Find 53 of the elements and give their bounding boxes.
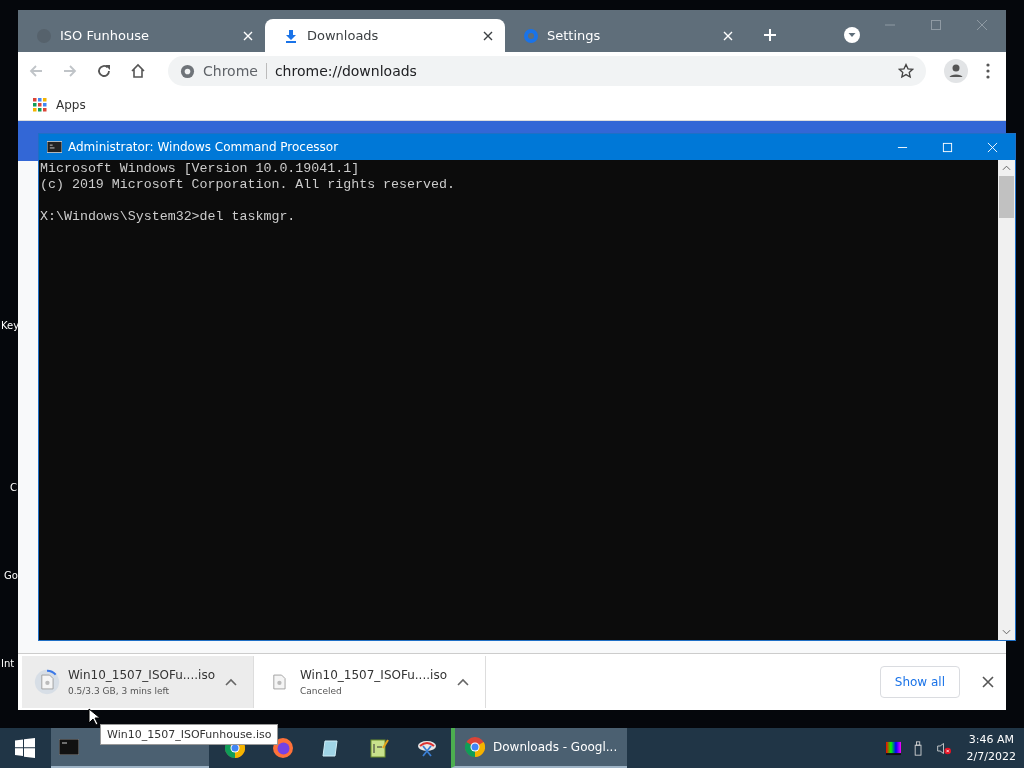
- scrollbar[interactable]: [998, 160, 1015, 640]
- clock[interactable]: 3:46 AM 2/7/2022: [966, 731, 1016, 765]
- download-icon: [283, 27, 299, 44]
- tooltip: Win10_1507_ISOFunhouse.iso: [100, 724, 279, 745]
- desktop-icon-label[interactable]: Key: [1, 320, 20, 332]
- console-icon: [47, 141, 62, 153]
- show-all-button[interactable]: Show all: [879, 666, 960, 698]
- file-name: Win10_1507_ISOFu....iso: [68, 668, 216, 682]
- browser-tab[interactable]: ISO Funhouse: [18, 19, 265, 52]
- notepad-icon: [321, 738, 341, 758]
- download-status: Canceled: [300, 686, 343, 696]
- speaker-muted-icon[interactable]: [935, 740, 951, 756]
- scissors-icon: [417, 738, 437, 758]
- download-status: 0.5/3.3 GB, 3 mins left: [68, 686, 171, 696]
- profile-icon[interactable]: [944, 59, 968, 83]
- command-prompt: X:\Windows\System32>del taskmgr.: [40, 209, 297, 225]
- scroll-down-icon[interactable]: [1002, 629, 1011, 635]
- download-item[interactable]: Win10_1507_ISOFu....iso 0.5/3.3 GB, 3 mins left: [22, 656, 254, 708]
- scroll-up-icon[interactable]: [1002, 165, 1011, 171]
- taskbar-button[interactable]: Downloads - Googl...: [451, 728, 628, 768]
- tab-title: Settings: [547, 28, 602, 43]
- star-icon[interactable]: [898, 63, 914, 79]
- reload-icon[interactable]: [96, 63, 112, 79]
- tab-title: Downloads: [307, 28, 380, 43]
- color-display-icon[interactable]: [885, 740, 901, 756]
- dropdown-icon[interactable]: [843, 26, 861, 44]
- address-bar[interactable]: Chrome chrome://downloads: [168, 56, 926, 86]
- console-line: (c) 2019 Microsoft Corporation. All rights reserved.: [40, 177, 456, 193]
- console-icon: [59, 739, 79, 755]
- desktop-icon-label[interactable]: C: [10, 482, 17, 494]
- windows-start-icon[interactable]: [15, 738, 35, 758]
- browser-tab[interactable]: Downloads: [265, 19, 505, 52]
- close-icon[interactable]: [982, 676, 994, 688]
- chevron-up-icon[interactable]: [225, 678, 237, 686]
- download-item[interactable]: Win10_1507_ISOFu....iso Canceled: [254, 656, 486, 708]
- tab-title: ISO Funhouse: [60, 28, 150, 43]
- console-line: Microsoft Windows [Version 10.0.19041.1]: [40, 161, 361, 177]
- desktop-icon-label[interactable]: Go: [4, 570, 18, 582]
- url-text: chrome://downloads: [274, 63, 418, 79]
- apps-bookmark[interactable]: Apps: [33, 98, 86, 112]
- apps-grid-icon: [33, 98, 47, 112]
- site-label: Chrome: [203, 63, 267, 79]
- close-icon[interactable]: [483, 30, 493, 41]
- chevron-up-icon[interactable]: [457, 678, 469, 686]
- scroll-thumb[interactable]: [999, 176, 1014, 218]
- new-tab-icon[interactable]: [763, 28, 777, 42]
- window-title: Administrator: Windows Command Processor: [68, 140, 339, 154]
- desktop-icon-label[interactable]: Int: [1, 658, 15, 670]
- menu-icon[interactable]: [986, 63, 990, 79]
- notepad-pencil-icon: [369, 738, 389, 758]
- file-name: Win10_1507_ISOFu....iso: [300, 668, 448, 682]
- home-icon[interactable]: [130, 63, 146, 79]
- browser-tab[interactable]: Settings: [505, 19, 745, 52]
